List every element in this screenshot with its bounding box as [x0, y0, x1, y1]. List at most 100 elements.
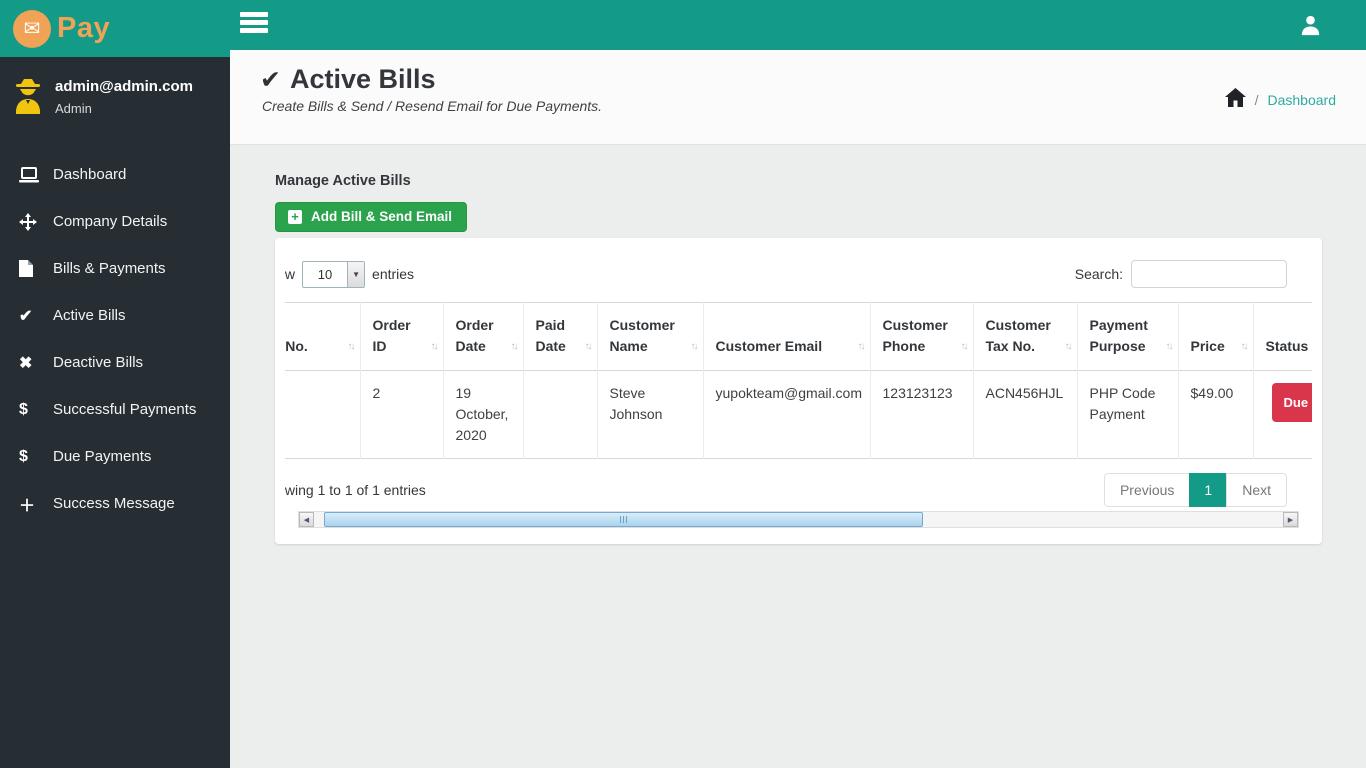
- home-icon[interactable]: [1224, 88, 1246, 112]
- brand-name: Pay: [57, 12, 111, 44]
- active-bills-table: S.No.↑↓ Order ID↑↓ Order Date↑↓ Paid Dat…: [285, 302, 1312, 459]
- col-header-status[interactable]: Status: [1253, 302, 1312, 371]
- sidebar-item-due-payments[interactable]: $ Due Payments: [0, 433, 230, 480]
- show-label: Show: [285, 266, 296, 282]
- table-info: Showing 1 to 1 of 1 entries: [285, 482, 426, 498]
- user-panel: admin@admin.com Admin: [0, 57, 230, 128]
- hamburger-menu-icon[interactable]: [240, 12, 268, 36]
- pagination: Previous 1 Next: [1103, 473, 1287, 507]
- sidebar-item-label: Deactive Bills: [53, 354, 144, 371]
- table-card: Show 10 ▼ entries Search:: [275, 238, 1322, 544]
- sidebar-item-label: Dashboard: [53, 166, 127, 183]
- check-icon: ✔: [260, 65, 281, 94]
- file-icon: [19, 260, 43, 277]
- sidebar-item-label: Active Bills: [53, 307, 126, 324]
- user-role: Admin: [55, 101, 92, 116]
- col-header-customer-name[interactable]: Customer Name ↑↓: [597, 302, 704, 371]
- horizontal-scrollbar[interactable]: ◀ ▶: [298, 511, 1299, 528]
- search-control: Search:: [1075, 260, 1287, 288]
- scroll-left-arrow-icon[interactable]: ◀: [299, 512, 314, 527]
- chevron-down-icon: ▼: [347, 261, 365, 287]
- cell-customer-tax: ACN456HJL: [973, 370, 1078, 459]
- brand-logo[interactable]: ✉ Pay: [0, 0, 230, 57]
- sort-icon: ↑↓: [430, 341, 439, 352]
- cell-customer-name: Steve Johnson: [597, 370, 704, 459]
- user-secret-icon: [16, 79, 40, 114]
- page-header: ✔ Active Bills Create Bills & Send / Res…: [230, 50, 1366, 145]
- col-header-order-id[interactable]: Order ID ↑↓: [360, 302, 444, 371]
- search-label: Search:: [1074, 266, 1123, 282]
- table-row: 1 2 19 October, 2020 Steve Johnson yupok…: [285, 370, 1312, 459]
- col-header-customer-tax[interactable]: Customer Tax No. ↑↓: [973, 302, 1078, 371]
- sidebar-item-successful-payments[interactable]: $ Successful Payments: [0, 386, 230, 433]
- sidebar-item-label: Successful Payments: [53, 401, 197, 418]
- sidebar-item-label: Company Details: [53, 213, 168, 230]
- sidebar-item-dashboard[interactable]: Dashboard: [0, 151, 230, 198]
- plus-square-icon: +: [288, 209, 302, 224]
- col-header-paid-date[interactable]: Paid Date ↑↓: [523, 302, 598, 371]
- pagination-previous-button[interactable]: Previous: [1103, 473, 1191, 507]
- breadcrumb: / Dashboard: [1224, 88, 1337, 112]
- col-header-customer-email[interactable]: Customer Email ↑↓: [703, 302, 871, 371]
- sort-icon: ↑↓: [1165, 341, 1174, 352]
- add-bill-button[interactable]: + Add Bill & Send Email: [275, 202, 468, 232]
- plus-icon: ＋: [19, 497, 36, 515]
- scroll-right-arrow-icon[interactable]: ▶: [1283, 512, 1298, 527]
- section-title: Manage Active Bills: [275, 173, 411, 189]
- table-scroll-viewport: Show 10 ▼ entries Search:: [285, 248, 1312, 507]
- col-header-price[interactable]: Price ↑↓: [1178, 302, 1254, 371]
- table-header-row: S.No.↑↓ Order ID↑↓ Order Date↑↓ Paid Dat…: [285, 302, 1312, 371]
- page-subtitle: Create Bills & Send / Resend Email for D…: [262, 98, 603, 114]
- sidebar-item-label: Due Payments: [53, 448, 152, 465]
- main-content: Manage Active Bills + Add Bill & Send Em…: [230, 146, 1366, 768]
- envelope-icon: ✉: [13, 9, 51, 48]
- sort-icon: ↑↓: [960, 341, 969, 352]
- sort-icon: ↑↓: [510, 341, 519, 352]
- cell-payment-purpose: PHP Code Payment: [1077, 370, 1179, 459]
- sidebar-item-bills-payments[interactable]: Bills & Payments: [0, 245, 230, 292]
- sidebar-item-deactive-bills[interactable]: ✖ Deactive Bills: [0, 339, 230, 386]
- scrollbar-thumb[interactable]: [324, 512, 924, 527]
- table-controls: Show 10 ▼ entries Search:: [285, 260, 1287, 288]
- move-icon: [19, 212, 43, 231]
- topbar: [230, 0, 1366, 50]
- cell-customer-email: yupokteam@gmail.com: [703, 370, 871, 459]
- sidebar-item-active-bills[interactable]: ✔ Active Bills: [0, 292, 230, 339]
- col-header-sno[interactable]: S.No.↑↓: [285, 302, 361, 371]
- check-icon: ✔: [19, 307, 33, 325]
- entries-select[interactable]: 10 ▼: [302, 260, 366, 288]
- col-header-customer-phone[interactable]: Customer Phone ↑↓: [870, 302, 974, 371]
- pagination-next-button[interactable]: Next: [1226, 473, 1287, 507]
- sidebar: ✉ Pay admin@admin.com Admin Dashboard Co…: [0, 0, 230, 768]
- sidebar-item-company-details[interactable]: Company Details: [0, 198, 230, 245]
- cell-sno: 1: [285, 370, 361, 459]
- cell-status: Due: [1253, 370, 1312, 459]
- cell-order-date: 19 October, 2020: [443, 370, 524, 459]
- sidebar-item-label: Success Message: [53, 495, 175, 512]
- sort-icon: ↑↓: [1240, 341, 1249, 352]
- breadcrumb-separator: /: [1254, 92, 1259, 108]
- search-input[interactable]: [1131, 260, 1287, 288]
- page-length-control: Show 10 ▼ entries: [285, 260, 414, 288]
- dollar-icon: $: [19, 400, 28, 418]
- col-header-order-date[interactable]: Order Date ↑↓: [443, 302, 524, 371]
- sort-icon: ↑↓: [1064, 341, 1073, 352]
- col-header-payment-purpose[interactable]: Payment Purpose ↑↓: [1077, 302, 1179, 371]
- cell-price: $49.00: [1178, 370, 1254, 459]
- page-title: Active Bills: [289, 64, 436, 94]
- table-footer: Showing 1 to 1 of 1 entries Previous 1 N…: [285, 473, 1287, 507]
- cell-order-id: 2: [360, 370, 444, 459]
- status-badge: Due: [1271, 383, 1312, 422]
- sort-icon: ↑↓: [690, 341, 699, 352]
- sidebar-nav: Dashboard Company Details Bills & Paymen…: [0, 151, 230, 527]
- sort-icon: ↑↓: [347, 341, 356, 352]
- sort-icon: ↑↓: [857, 341, 866, 352]
- sidebar-item-success-message[interactable]: ＋ Success Message: [0, 480, 230, 527]
- pagination-page-1-button[interactable]: 1: [1189, 473, 1228, 507]
- cell-paid-date: [523, 370, 598, 459]
- sort-icon: ↑↓: [584, 341, 593, 352]
- cell-customer-phone: 123123123: [870, 370, 974, 459]
- breadcrumb-link-dashboard[interactable]: Dashboard: [1268, 92, 1337, 108]
- x-icon: ✖: [19, 354, 33, 372]
- user-account-icon[interactable]: [1299, 14, 1322, 42]
